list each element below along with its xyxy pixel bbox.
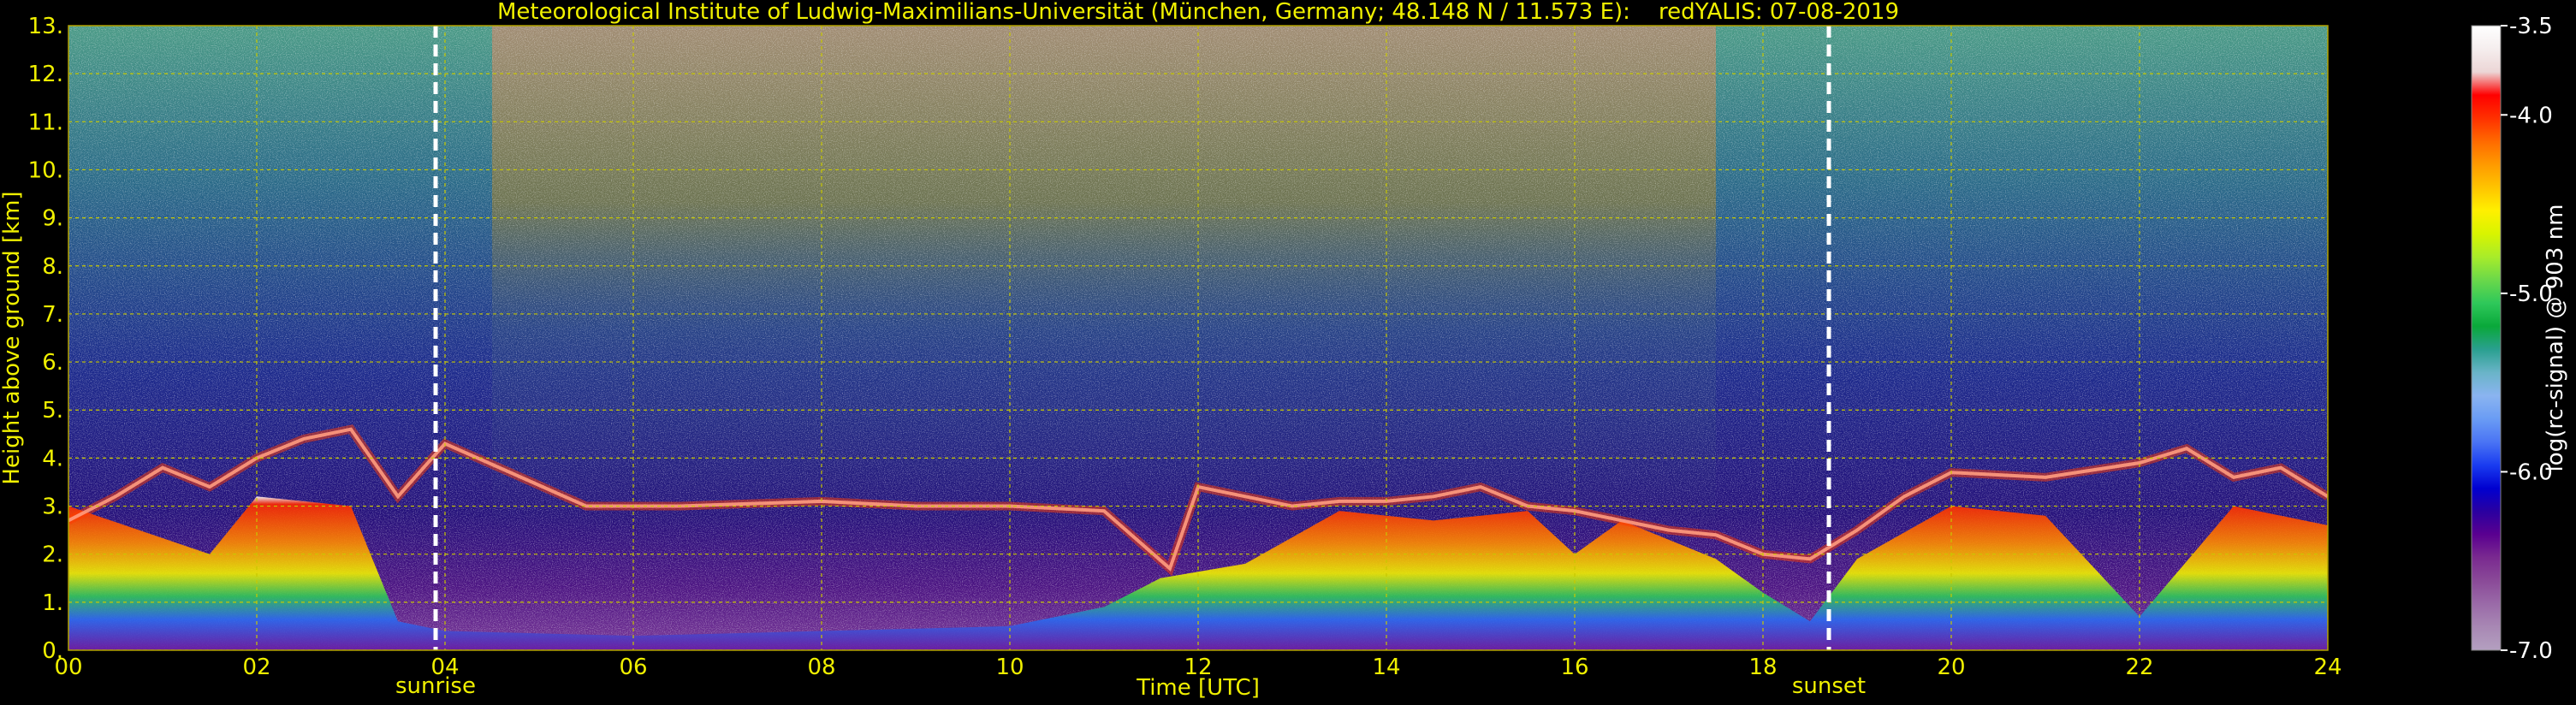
y-axis: 0. 1. 2. 3. 4. 5. 6. 7. 8. 9. 10. 11. 12. 13. xyxy=(28,14,63,664)
y-axis-label: Height above ground [km] xyxy=(0,191,25,484)
event-labels: sunrise sunset xyxy=(395,673,1866,699)
y-tick-label: 7. xyxy=(42,302,63,328)
colorbar-tick-label: -4.0 xyxy=(2509,103,2553,128)
x-tick-label: 06 xyxy=(619,655,647,680)
plot-area xyxy=(68,26,2328,650)
colorbar-tick-label: -7.0 xyxy=(2509,638,2553,664)
colorbar-gradient xyxy=(2471,25,2502,651)
x-axis-label: Time [UTC] xyxy=(1136,675,1260,701)
x-tick-label: 14 xyxy=(1372,655,1400,680)
x-tick-label: 02 xyxy=(242,655,270,680)
event-label: sunset xyxy=(1792,673,1866,699)
y-tick-label: 1. xyxy=(42,590,63,616)
x-tick-label: 18 xyxy=(1748,655,1777,680)
x-tick-label: 10 xyxy=(995,655,1024,680)
chart-title: Meteorological Institute of Ludwig-Maxim… xyxy=(497,0,1899,25)
y-tick-label: 3. xyxy=(42,495,63,520)
x-tick-label: 22 xyxy=(2125,655,2153,680)
y-tick-label: 9. xyxy=(42,206,63,232)
y-tick-label: 4. xyxy=(42,446,63,471)
colorbar: -3.5-4.0-5.0-6.0-7.0 log(rc-signal) @ 90… xyxy=(2471,14,2568,664)
x-tick-label: 24 xyxy=(2313,655,2342,680)
event-label: sunrise xyxy=(395,673,476,699)
y-tick-label: 6. xyxy=(42,350,63,376)
x-tick-label: 08 xyxy=(807,655,835,680)
colorbar-label: log(rc-signal) @ 903 nm xyxy=(2543,204,2568,472)
lidar-chart: 00 02 04 06 08 10 12 14 16 18 20 22 24 0.1.2.3.4.5.6… xyxy=(0,0,2568,701)
y-tick-label: 10. xyxy=(28,157,63,183)
y-tick-label: 5. xyxy=(42,398,63,424)
y-tick-label: 0. xyxy=(42,638,63,664)
x-tick-label: 16 xyxy=(1560,655,1588,680)
y-tick-label: 13. xyxy=(28,14,63,39)
colorbar-tick-label: -3.5 xyxy=(2509,14,2553,39)
y-tick-label: 12. xyxy=(28,62,63,87)
x-tick-label: 20 xyxy=(1937,655,1965,680)
y-tick-label: 2. xyxy=(42,542,63,568)
y-tick-label: 8. xyxy=(42,254,63,280)
y-tick-label: 11. xyxy=(28,110,63,135)
